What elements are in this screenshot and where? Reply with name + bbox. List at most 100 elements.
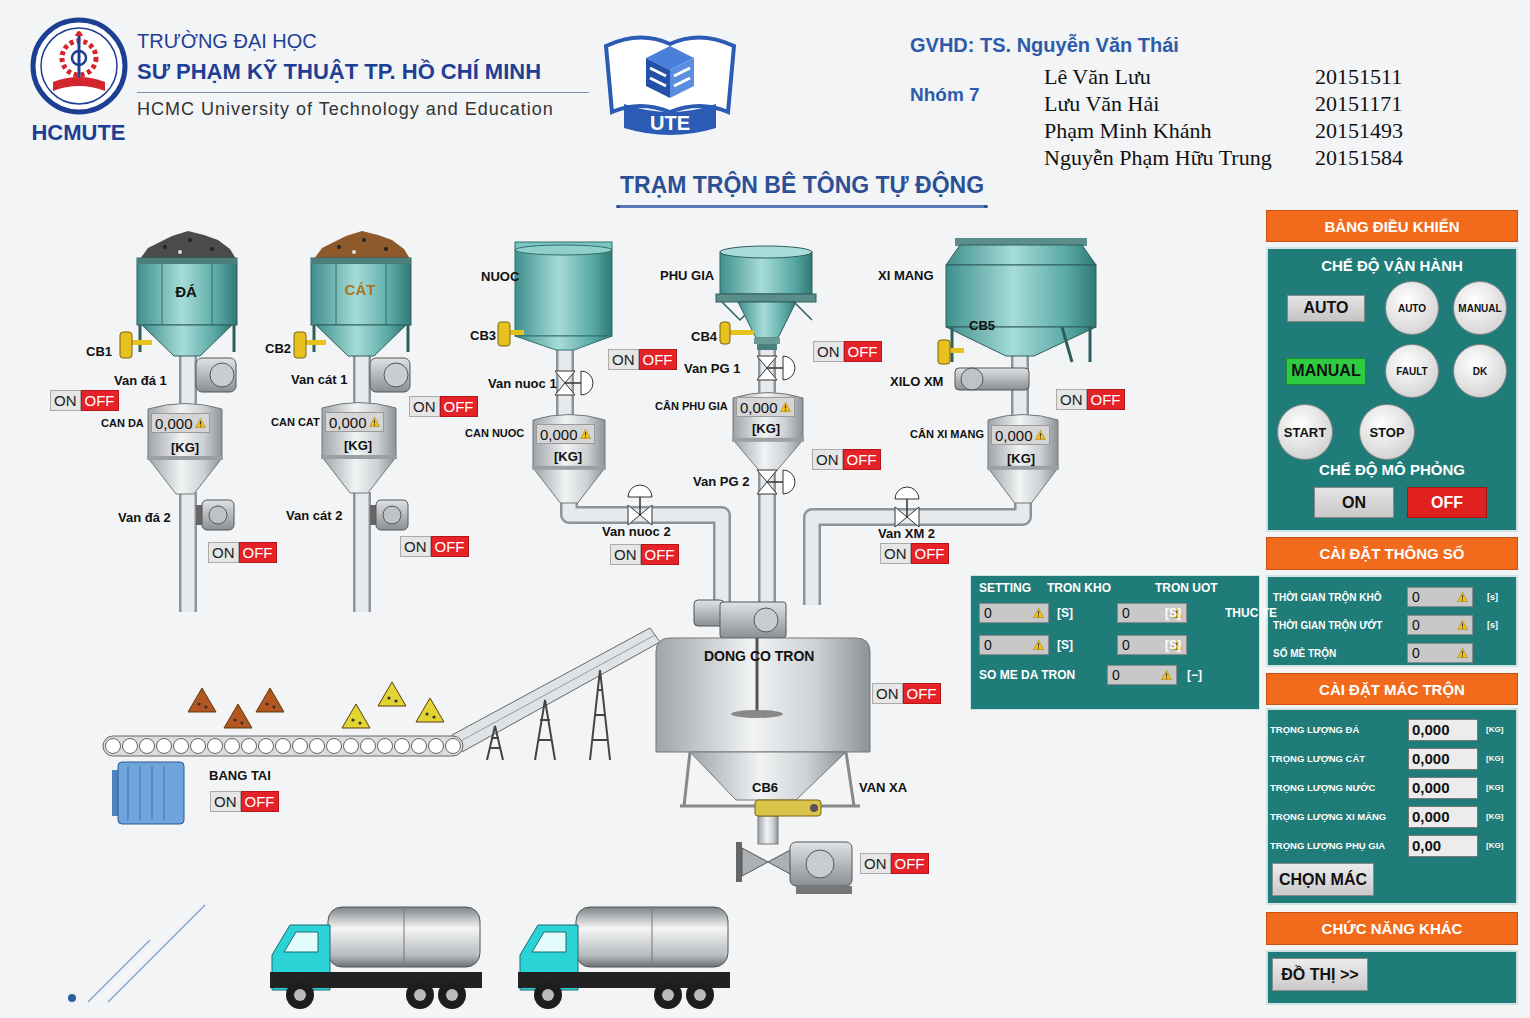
on-off-switch[interactable]: ONOFF [880, 543, 949, 564]
group-label: Nhóm 7 [910, 74, 1044, 106]
on-button[interactable]: ON [608, 349, 639, 370]
on-off-switch[interactable]: ONOFF [208, 542, 277, 563]
off-button[interactable]: OFF [843, 449, 881, 470]
on-off-switch[interactable]: ONOFF [872, 683, 941, 704]
on-off-switch[interactable]: ONOFF [409, 396, 478, 417]
off-button[interactable]: OFF [241, 791, 279, 812]
on-button[interactable]: ON [400, 536, 431, 557]
warning-icon [1457, 648, 1468, 658]
warning-icon [1033, 640, 1044, 650]
on-button[interactable]: ON [610, 544, 641, 565]
header: HCMUTETRƯỜNG ĐẠI HỌCSƯ PHẠM KỸ THUẬT TP.… [0, 0, 1530, 170]
unit-label: [s] [1473, 620, 1516, 630]
feeder-valve-label: Van nuoc 1 [488, 376, 557, 391]
sensor-label: CB1 [86, 344, 112, 359]
material-label: CÁT [345, 281, 376, 298]
on-off-switch[interactable]: ONOFF [610, 544, 679, 565]
team-info: GVHD: TS. Nguyễn Văn TháiNhóm 7Lê Văn Lư… [910, 0, 1403, 171]
recipe-field[interactable]: 0,00 [1408, 835, 1478, 857]
on-button[interactable]: ON [409, 396, 440, 417]
warning-icon [1457, 592, 1468, 602]
decor-lines [68, 905, 205, 1002]
section-header: CHỨC NĂNG KHÁC [1266, 912, 1518, 945]
hmi-screen: HCMUTETRƯỜNG ĐẠI HỌCSƯ PHẠM KỸ THUẬT TP.… [0, 0, 1530, 1018]
off-button[interactable]: OFF [431, 536, 469, 557]
recipe-label: TRỌNG LƯỢNG CÁT [1270, 753, 1408, 764]
weigh-scale [321, 403, 397, 494]
recipe-field[interactable]: 0,000 [1408, 719, 1478, 741]
off-button[interactable]: OFF [844, 341, 882, 362]
on-off-switch[interactable]: ONOFF [210, 791, 279, 812]
action-button[interactable]: STOP [1359, 404, 1415, 460]
off-button[interactable]: OFF [641, 544, 679, 565]
section-header: CÀI ĐẶT THÔNG SỐ [1266, 537, 1518, 570]
on-button[interactable]: ON [813, 341, 844, 362]
mode-button[interactable]: AUTO [1287, 295, 1365, 322]
unit-label: [S] [1155, 638, 1225, 652]
mixer [656, 600, 870, 894]
valve-icon [895, 487, 919, 527]
on-button[interactable]: ON [50, 390, 81, 411]
off-button[interactable]: OFF [81, 390, 119, 411]
indicator-lamp: FAULT [1385, 344, 1439, 398]
off-button[interactable]: OFF [911, 543, 949, 564]
on-off-switch[interactable]: ONOFF [860, 853, 929, 874]
recipe-field[interactable]: 0,000 [1408, 806, 1478, 828]
section-header: CÀI ĐẶT MÁC TRỘN [1266, 673, 1518, 705]
parameters-panel: THỜI GIAN TRỘN KHÔ0[s]THỜI GIAN TRỘN ƯỚT… [1266, 575, 1518, 667]
recipe-field[interactable]: 0,000 [1408, 748, 1478, 770]
feeder-valve-label: Van đá 1 [114, 373, 167, 388]
unit-label: [S] [1155, 606, 1225, 620]
off-button[interactable]: OFF [639, 349, 677, 370]
off-button[interactable]: OFF [903, 683, 941, 704]
recipe-field[interactable]: 0,000 [1408, 777, 1478, 799]
warning-icon [1161, 670, 1172, 680]
member-id: 20151511 [1315, 63, 1403, 90]
on-button[interactable]: ON [880, 543, 911, 564]
parameter-field[interactable]: 0 [1407, 615, 1473, 635]
weigh-scale [987, 415, 1059, 504]
on-off-switch[interactable]: ONOFF [50, 390, 119, 411]
on-off-switch[interactable]: ONOFF [400, 536, 469, 557]
simulation-button[interactable]: OFF [1407, 487, 1487, 518]
off-button[interactable]: OFF [440, 396, 478, 417]
simulation-button[interactable]: ON [1314, 487, 1394, 518]
time-field[interactable]: 0 [979, 603, 1049, 623]
on-off-switch[interactable]: ONOFF [608, 349, 677, 370]
weigh-scale [147, 404, 223, 495]
on-off-switch[interactable]: ONOFF [812, 449, 881, 470]
row-label: THUC TE [1225, 606, 1257, 620]
parameter-field[interactable]: 0 [1407, 643, 1473, 663]
on-off-switch[interactable]: ONOFF [1056, 389, 1125, 410]
action-button[interactable]: START [1277, 404, 1333, 460]
indicator-lamp: AUTO [1385, 281, 1439, 335]
recipe-label: TRỌNG LƯỢNG XI MĂNG [1270, 811, 1408, 822]
on-button[interactable]: ON [208, 542, 239, 563]
column-header: TRON KHO [1047, 581, 1155, 595]
chart-button[interactable]: ĐỒ THỊ >> [1272, 958, 1368, 991]
valve-icon [757, 470, 795, 494]
on-button[interactable]: ON [860, 853, 891, 874]
on-off-switch[interactable]: ONOFF [813, 341, 882, 362]
outlet-valve-label: Van PG 2 [693, 474, 749, 489]
conveyor-label: BANG TAI [209, 768, 271, 783]
on-button[interactable]: ON [210, 791, 241, 812]
scale-readout: 0,000 [151, 413, 210, 433]
warning-icon [1457, 620, 1468, 630]
on-button[interactable]: ON [1056, 389, 1087, 410]
member-name: Lê Văn Lưu [1044, 63, 1315, 90]
on-button[interactable]: ON [872, 683, 903, 704]
section-subtitle: CHẾ ĐỘ VẬN HÀNH [1268, 257, 1516, 275]
sensor-label: CB4 [691, 329, 717, 344]
mode-button[interactable]: MANUAL [1286, 358, 1365, 385]
off-button[interactable]: OFF [239, 542, 277, 563]
off-button[interactable]: OFF [891, 853, 929, 874]
off-button[interactable]: OFF [1087, 389, 1125, 410]
choose-grade-button[interactable]: CHỌN MÁC [1272, 863, 1374, 896]
parameter-field[interactable]: 0 [1407, 587, 1473, 607]
mixer-truck [270, 907, 482, 1009]
member-name: Nguyễn Phạm Hữu Trung [1044, 144, 1315, 171]
unit-label: [KG] [1478, 783, 1516, 792]
on-button[interactable]: ON [812, 449, 843, 470]
scale-label: CAN DA [101, 417, 144, 429]
